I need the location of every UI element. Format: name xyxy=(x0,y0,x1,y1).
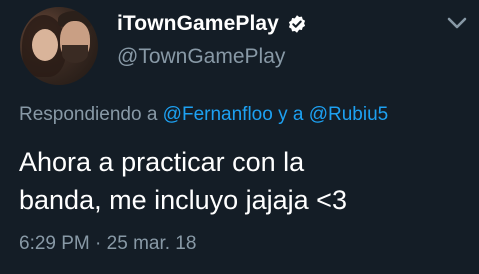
author-handle[interactable]: @TownGamePlay xyxy=(117,45,285,69)
avatar-beard xyxy=(62,45,88,63)
tweet-text-line: Ahora a practicar con la xyxy=(19,147,305,177)
timestamp-separator: · xyxy=(95,233,102,254)
reply-context: Respondiendo a @Fernanfloo y a @Rubiu5 xyxy=(19,104,388,126)
tweet-text: Ahora a practicar con la banda, me inclu… xyxy=(19,143,469,219)
reply-prefix: Respondiendo a xyxy=(19,104,158,125)
tweet-text-line: banda, me incluyo jajaja <3 xyxy=(19,185,347,215)
avatar[interactable] xyxy=(20,7,98,85)
mention-link-fernanfloo[interactable]: @Fernanfloo xyxy=(163,104,273,125)
timestamp[interactable]: 6:29 PM · 25 mar. 18 xyxy=(19,233,196,255)
chevron-down-icon[interactable] xyxy=(447,16,467,30)
display-name[interactable]: iTownGamePlay xyxy=(117,12,279,36)
reply-connector: y a xyxy=(278,104,304,125)
tweet-date: 25 mar. 18 xyxy=(106,233,197,254)
tweet-time: 6:29 PM xyxy=(19,233,90,254)
mention-link-rubiu5[interactable]: @Rubiu5 xyxy=(309,104,389,125)
verified-badge-icon xyxy=(288,15,306,33)
avatar-face-left xyxy=(32,29,58,61)
author-name-row: iTownGamePlay xyxy=(117,10,307,38)
tweet-card: iTownGamePlay @TownGamePlay Respondiendo… xyxy=(0,0,479,274)
